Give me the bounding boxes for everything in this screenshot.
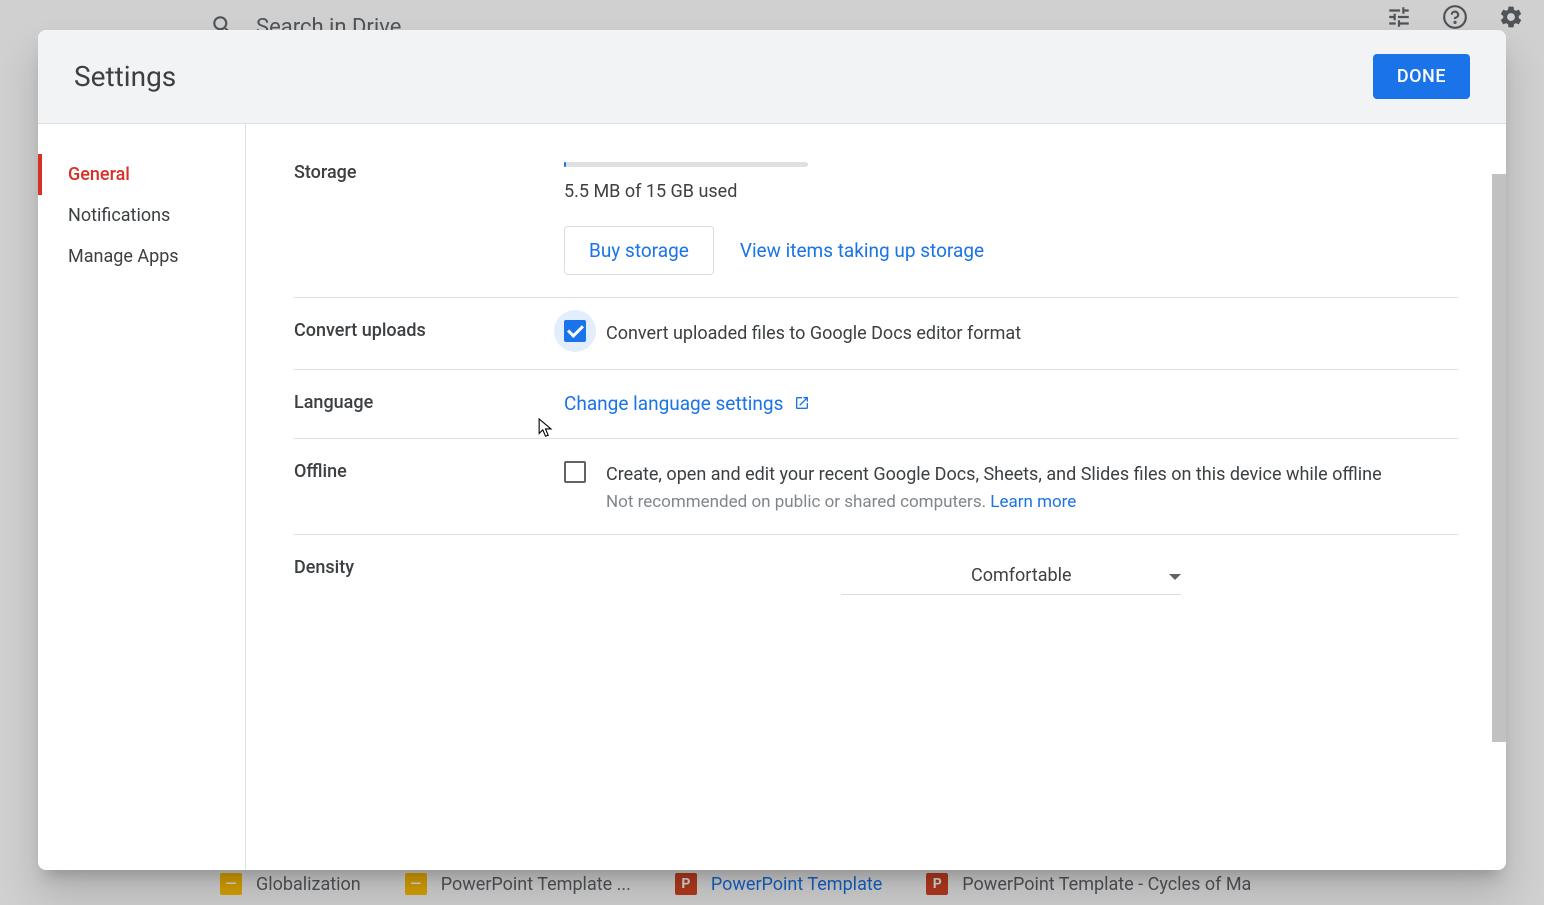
section-storage: Storage 5.5 MB of 15 GB used Buy storage… — [294, 154, 1458, 298]
convert-uploads-checkbox[interactable] — [564, 320, 586, 342]
section-label-density: Density — [294, 557, 564, 595]
sidebar-item-general[interactable]: General — [38, 154, 245, 195]
section-label-language: Language — [294, 392, 564, 416]
settings-content: Storage 5.5 MB of 15 GB used Buy storage… — [246, 124, 1506, 870]
settings-sidebar: General Notifications Manage Apps — [38, 124, 246, 870]
density-select[interactable]: Comfortable — [841, 557, 1181, 595]
external-link-icon — [794, 393, 810, 416]
buy-storage-button[interactable]: Buy storage — [564, 226, 714, 275]
view-storage-items-link[interactable]: View items taking up storage — [740, 239, 984, 262]
offline-label: Create, open and edit your recent Google… — [606, 461, 1382, 488]
dropdown-arrow-icon — [1169, 566, 1181, 585]
section-density: Density Comfortable — [294, 535, 1458, 617]
section-language: Language Change language settings — [294, 370, 1458, 439]
convert-uploads-label: Convert uploaded files to Google Docs ed… — [606, 320, 1021, 347]
section-label-offline: Offline — [294, 461, 564, 512]
offline-checkbox[interactable] — [564, 461, 586, 483]
section-label-convert: Convert uploads — [294, 320, 564, 347]
density-value: Comfortable — [841, 565, 1072, 586]
offline-hint: Not recommended on public or shared comp… — [606, 492, 1382, 512]
scrollbar[interactable] — [1492, 174, 1506, 742]
section-convert-uploads: Convert uploads Convert uploaded files t… — [294, 298, 1458, 370]
modal-header: Settings DONE — [38, 30, 1506, 124]
done-button[interactable]: DONE — [1373, 54, 1470, 99]
learn-more-link[interactable]: Learn more — [990, 492, 1076, 512]
storage-progress-bar — [564, 162, 808, 167]
section-label-storage: Storage — [294, 162, 564, 275]
sidebar-item-manage-apps[interactable]: Manage Apps — [38, 236, 245, 277]
settings-modal: Settings DONE General Notifications Mana… — [38, 30, 1506, 870]
sidebar-item-notifications[interactable]: Notifications — [38, 195, 245, 236]
storage-usage-text: 5.5 MB of 15 GB used — [564, 181, 1458, 202]
change-language-link[interactable]: Change language settings — [564, 392, 810, 415]
section-offline: Offline Create, open and edit your recen… — [294, 439, 1458, 535]
modal-title: Settings — [74, 60, 176, 93]
